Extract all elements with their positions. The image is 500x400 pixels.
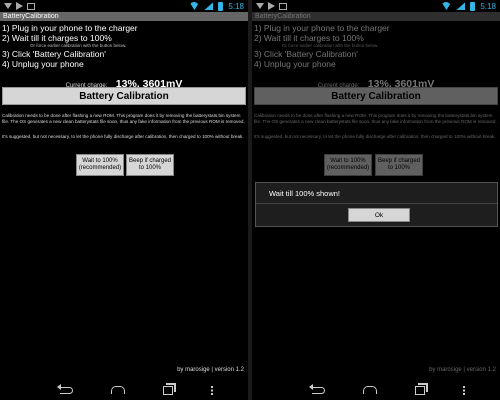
signal-icon	[204, 2, 214, 10]
alert-dialog: Wait till 100% shown! Ok	[255, 182, 498, 227]
back-icon[interactable]	[308, 383, 325, 394]
notification-icon	[27, 2, 35, 10]
step-3: 3) Click 'Battery Calibration'	[2, 49, 106, 59]
step-2-hint: Or force earlier calibration with the bu…	[30, 43, 127, 48]
notification-icon	[279, 2, 287, 10]
clock: 5:18	[480, 1, 496, 11]
nav-bar	[0, 380, 248, 400]
dialog-ok-button[interactable]: Ok	[348, 208, 410, 222]
recent-apps-icon[interactable]	[162, 385, 173, 395]
dialog-divider	[256, 203, 497, 204]
wifi-icon	[189, 2, 200, 10]
home-icon[interactable]	[362, 386, 377, 394]
wait-to-100-button[interactable]: Wait to 100% (recommended)	[76, 154, 124, 176]
description-discharge: It's suggested, but not necessary, to le…	[2, 134, 244, 139]
battery-calibration-button[interactable]: Battery Calibration	[2, 87, 246, 105]
menu-icon[interactable]	[462, 385, 465, 395]
play-store-icon	[16, 2, 23, 10]
description-calibration: Calibration needs to be done after flash…	[2, 113, 245, 124]
step-2: 2) Wait till it charges to 100%	[2, 33, 112, 43]
phone-screen-dialog: 5:18 BatteryCalibration 1) Plug in your …	[252, 0, 500, 400]
dialog-message: Wait till 100% shown!	[269, 189, 341, 198]
phone-screen-main: 5:18 BatteryCalibration 1) Plug in your …	[0, 0, 248, 400]
menu-icon[interactable]	[210, 385, 213, 395]
beep-if-charged-button[interactable]: Beep if charged to 100%	[126, 154, 174, 176]
back-icon[interactable]	[56, 383, 73, 394]
clock: 5:18	[228, 1, 244, 11]
play-store-icon	[268, 2, 275, 10]
step-1: 1) Plug in your phone to the charger	[2, 23, 138, 33]
recent-apps-icon[interactable]	[414, 385, 425, 395]
download-icon	[256, 3, 264, 9]
signal-icon	[456, 2, 466, 10]
wifi-icon	[441, 2, 452, 10]
status-bar: 5:18	[0, 0, 248, 12]
download-icon	[4, 3, 12, 9]
nav-bar	[252, 380, 500, 400]
home-icon[interactable]	[110, 386, 125, 394]
status-bar: 5:18	[252, 0, 500, 12]
battery-icon	[218, 1, 224, 11]
battery-icon	[470, 1, 476, 11]
app-title: BatteryCalibration	[0, 12, 248, 21]
footer-version: by marosige | version 1.2	[177, 367, 244, 373]
step-4: 4) Unplug your phone	[2, 59, 84, 69]
